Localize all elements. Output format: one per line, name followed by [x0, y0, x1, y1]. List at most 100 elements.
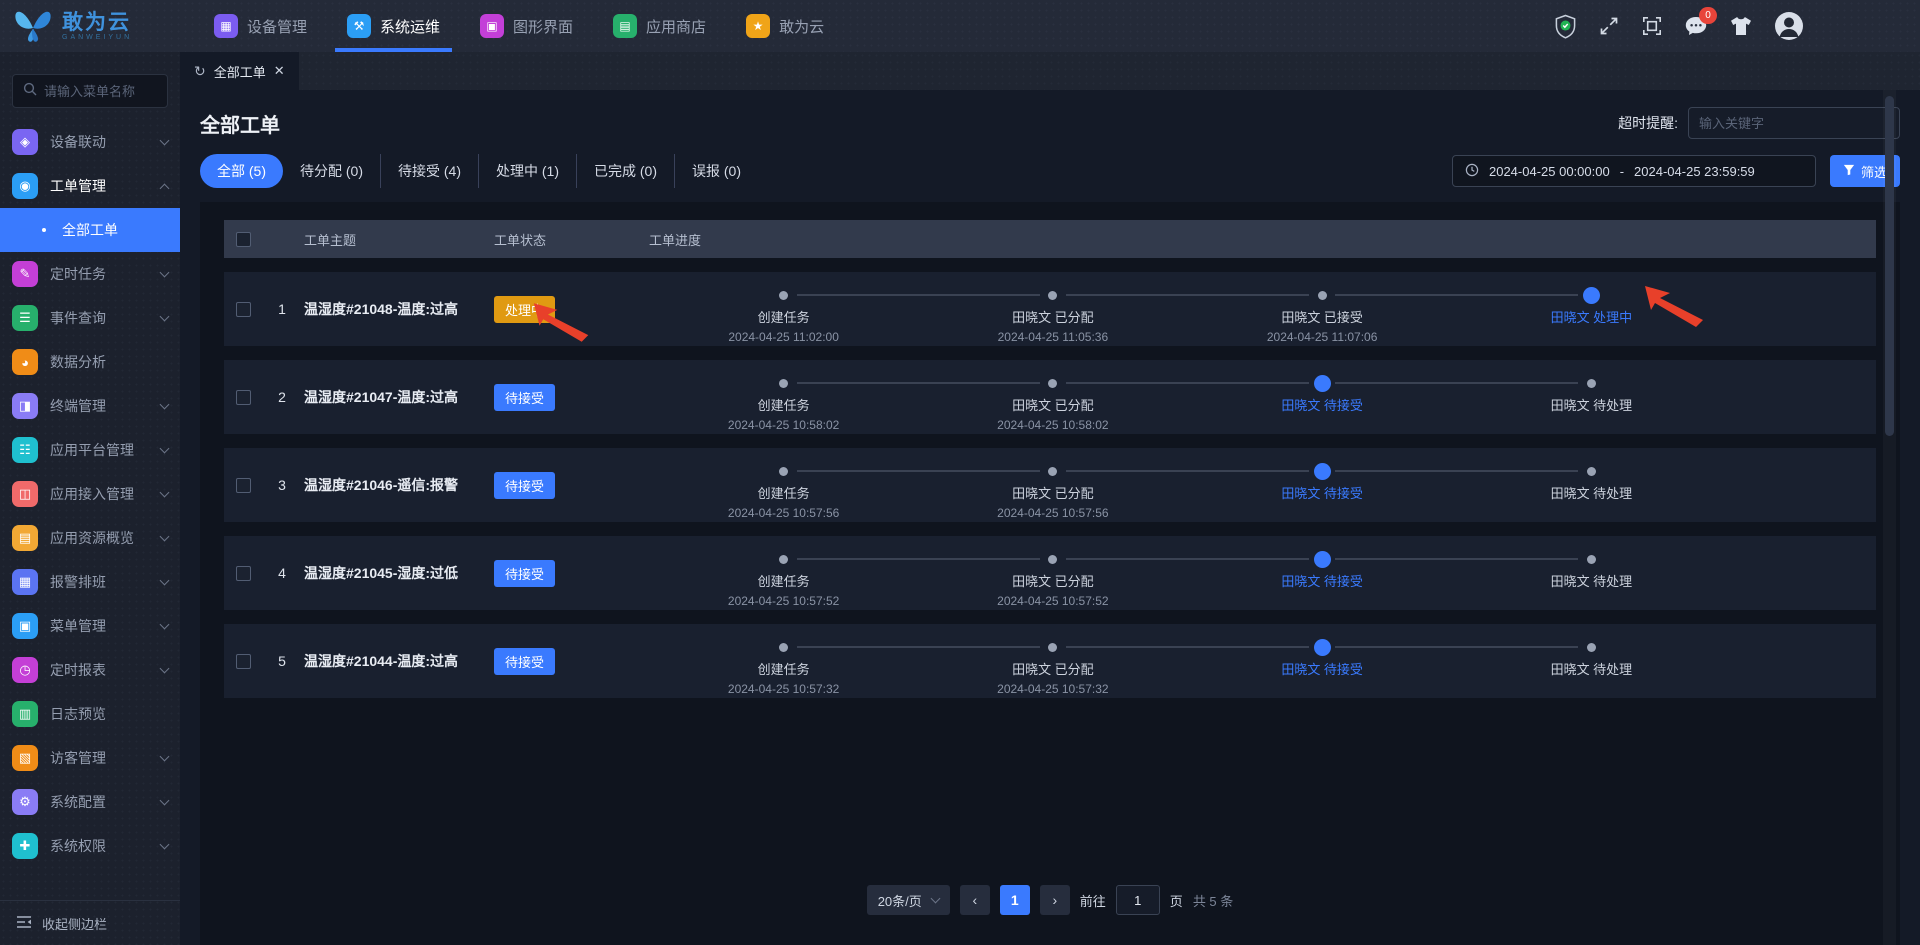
- step-label: 田晓文 待处理: [1550, 662, 1633, 677]
- topbar: 敢为云 GANWEIYUN ▦ 设备管理 ⚒ 系统运维 ▣ 图形界面 ▤ 应用商店 ★ 敢为云 0: [0, 0, 1920, 52]
- main-area: ↻ 全部工单 ✕ 全部工单 超时提醒: 全部 (5)待分配 (0)待接受 (4)…: [180, 52, 1920, 945]
- chevron-down-icon: [159, 575, 170, 585]
- status-badge: 待接受: [494, 471, 556, 499]
- tab-refresh-icon[interactable]: ↻: [194, 63, 206, 80]
- sidebar-item-terminal-management[interactable]: ◨ 终端管理: [0, 384, 180, 428]
- row-checkbox[interactable]: [236, 565, 251, 581]
- menu-search-input[interactable]: [44, 83, 157, 99]
- sidebar-item-device-linkage[interactable]: ◈ 设备联动: [0, 120, 180, 164]
- row-checkbox[interactable]: [236, 389, 251, 405]
- step-time: 2024-04-25 10:58:02: [997, 418, 1109, 432]
- step-dot: [1313, 550, 1331, 568]
- sidebar-item-label: 日志预览: [50, 706, 106, 722]
- nav-label: 系统运维: [380, 18, 441, 36]
- next-page-button[interactable]: ›: [1039, 885, 1070, 915]
- row-index: 2: [278, 389, 286, 405]
- row-checkbox[interactable]: [236, 653, 251, 669]
- keyword-input[interactable]: [1688, 107, 1900, 139]
- goto-page-input[interactable]: [1115, 885, 1160, 915]
- page-number-button[interactable]: 1: [999, 885, 1030, 915]
- progress-step: 田晓文 待处理: [1335, 636, 1726, 696]
- user-avatar[interactable]: [1774, 11, 1804, 41]
- step-label: 田晓文 待接受: [1281, 662, 1363, 677]
- order-subject: 温湿度#21046-遥信:报警: [304, 477, 459, 493]
- filter-tab[interactable]: 处理中 (1): [478, 154, 576, 188]
- nav-system-ops[interactable]: ⚒ 系统运维: [327, 0, 460, 52]
- table-header: 工单主题 工单状态 工单进度: [224, 220, 1876, 258]
- progress-step: 创建任务 2024-04-25 10:57:32: [649, 636, 918, 696]
- sidebar-subitem-all-orders[interactable]: 全部工单: [0, 208, 180, 252]
- sidebar-item-work-order[interactable]: ◉ 工单管理: [0, 164, 180, 208]
- select-all-checkbox[interactable]: [236, 231, 251, 247]
- nav-ganweiyun[interactable]: ★ 敢为云: [726, 0, 844, 52]
- step-label: 田晓文 待接受: [1281, 398, 1363, 413]
- prev-page-button[interactable]: ‹: [959, 885, 990, 915]
- filter-tab[interactable]: 全部 (5): [200, 154, 283, 188]
- row-index: 4: [278, 565, 286, 581]
- app-logo[interactable]: 敢为云 GANWEIYUN: [0, 4, 180, 49]
- nav-app-store[interactable]: ▤ 应用商店: [593, 0, 726, 52]
- step-time: 2024-04-25 10:57:56: [997, 506, 1109, 520]
- sidebar-item-label: 事件查询: [50, 310, 106, 326]
- logo-butterfly-icon: [12, 4, 54, 49]
- security-shield-icon[interactable]: [1554, 14, 1577, 39]
- filter-tab[interactable]: 已完成 (0): [576, 154, 674, 188]
- app-store-icon: ▤: [613, 14, 638, 38]
- step-label: 创建任务: [757, 486, 810, 501]
- order-subject: 温湿度#21048-温度:过高: [304, 301, 459, 317]
- table-row: 5 温湿度#21044-温度:过高 待接受 创建任务 2024-04-25 10:57:…: [224, 624, 1876, 698]
- chevron-down-icon: [159, 619, 170, 629]
- sidebar-item-scheduled-report[interactable]: ◷ 定时报表: [0, 648, 180, 692]
- data-analysis-icon: ◕: [12, 349, 38, 375]
- sidebar-item-app-platform-management[interactable]: ☷ 应用平台管理: [0, 428, 180, 472]
- sidebar-item-visitor-management[interactable]: ▧ 访客管理: [0, 736, 180, 780]
- progress-step: 田晓文 已接受 2024-04-25 11:07:06: [1065, 284, 1457, 344]
- row-checkbox[interactable]: [236, 477, 251, 493]
- sidebar-item-system-config[interactable]: ⚙ 系统配置: [0, 780, 180, 824]
- sidebar-item-label: 设备联动: [50, 134, 106, 150]
- theme-shirt-icon[interactable]: [1729, 15, 1753, 37]
- sidebar-item-data-analysis[interactable]: ◕ 数据分析: [0, 340, 180, 384]
- capture-frame-icon[interactable]: [1641, 15, 1663, 37]
- logo-title: 敢为云: [62, 10, 131, 34]
- date-range-picker[interactable]: 2024-04-25 00:00:00 - 2024-04-25 23:59:5…: [1451, 155, 1816, 187]
- progress-step: 田晓文 待处理: [1335, 548, 1726, 608]
- order-subject: 温湿度#21047-温度:过高: [304, 389, 459, 405]
- message-icon[interactable]: 0: [1684, 7, 1717, 37]
- tab-all-orders[interactable]: ↻ 全部工单 ✕: [180, 52, 299, 90]
- sidebar-item-label: 应用平台管理: [50, 442, 134, 458]
- collapse-sidebar-button[interactable]: 收起侧边栏: [0, 900, 180, 945]
- step-time: 2024-04-25 10:57:52: [997, 594, 1109, 608]
- page-size-select[interactable]: 20条/页: [866, 885, 950, 915]
- nav-device-management[interactable]: ▦ 设备管理: [194, 0, 327, 52]
- filter-tab[interactable]: 待分配 (0): [283, 154, 380, 188]
- nav-graphic-interface[interactable]: ▣ 图形界面: [460, 0, 593, 52]
- device-management-icon: ▦: [214, 14, 238, 38]
- step-label: 田晓文 待接受: [1281, 574, 1363, 589]
- step-label: 田晓文 待接受: [1281, 486, 1363, 501]
- sidebar-item-scheduled-task[interactable]: ✎ 定时任务: [0, 252, 180, 296]
- chevron-down-icon: [159, 751, 170, 761]
- progress-step: 田晓文 待处理: [1335, 460, 1726, 520]
- sidebar-item-app-resource-overview[interactable]: ▤ 应用资源概览: [0, 516, 180, 560]
- filter-tab[interactable]: 待接受 (4): [380, 154, 478, 188]
- sidebar-item-app-access-management[interactable]: ◫ 应用接入管理: [0, 472, 180, 516]
- progress-step: 田晓文 待接受: [1065, 548, 1457, 608]
- sidebar-item-event-query[interactable]: ☰ 事件查询: [0, 296, 180, 340]
- sidebar-item-alarm-schedule[interactable]: ▦ 报警排班: [0, 560, 180, 604]
- bullet-icon: [42, 228, 46, 232]
- tab-close-icon[interactable]: ✕: [274, 63, 285, 79]
- vertical-scrollbar[interactable]: [1883, 90, 1896, 945]
- search-icon: [23, 82, 37, 101]
- timeout-label: 超时提醒:: [1618, 115, 1678, 131]
- step-time: 2024-04-25 10:58:02: [727, 418, 840, 432]
- sidebar-item-system-permission[interactable]: ✚ 系统权限: [0, 824, 180, 868]
- table-row: 2 温湿度#21047-温度:过高 待接受 创建任务 2024-04-25 10:58:…: [224, 360, 1876, 434]
- row-checkbox[interactable]: [236, 301, 251, 317]
- sidebar-item-menu-management[interactable]: ▣ 菜单管理: [0, 604, 180, 648]
- fullscreen-icon[interactable]: [1598, 15, 1620, 37]
- filter-tab[interactable]: 误报 (0): [674, 154, 758, 188]
- status-badge: 待接受: [494, 559, 556, 587]
- sidebar-item-log-preview[interactable]: ▥ 日志预览: [0, 692, 180, 736]
- step-dot: [779, 290, 789, 300]
